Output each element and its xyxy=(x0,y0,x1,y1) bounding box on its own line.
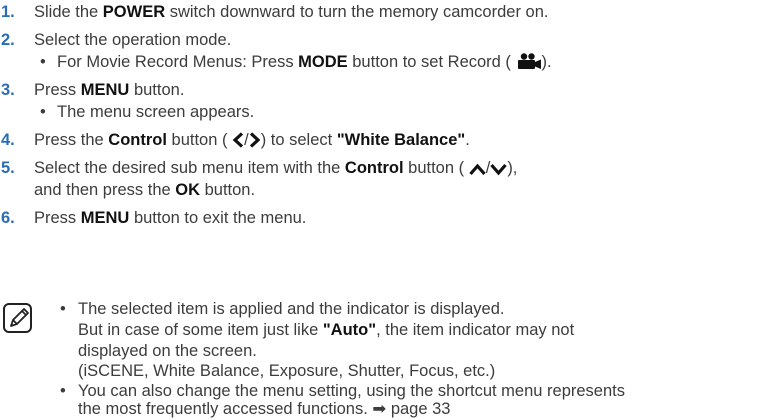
note-bullet-1-line-4: (iSCENE, White Balance, Exposure, Shutte… xyxy=(78,362,496,380)
step-text: button to exit the menu. xyxy=(129,209,307,227)
step-text: button ( xyxy=(166,131,228,149)
chevron-down-icon xyxy=(490,163,508,176)
bullet-dot: • xyxy=(40,103,46,121)
note-bullet-2-line-1: You can also change the menu setting, us… xyxy=(78,382,625,400)
step-number: 5. xyxy=(1,159,15,177)
step-number: 3. xyxy=(1,81,15,99)
bullet-dot: • xyxy=(40,53,46,71)
step-text: and then press the xyxy=(34,181,176,199)
white-balance-keyword: "White Balance" xyxy=(336,131,466,149)
step-text: ), xyxy=(507,159,518,177)
step-text: Select the desired sub menu item with th… xyxy=(34,159,345,177)
step-text: Press xyxy=(34,209,81,227)
bullet-text: For Movie Record Menus: Press xyxy=(57,53,299,71)
auto-keyword: "Auto" xyxy=(322,321,377,339)
power-keyword: POWER xyxy=(102,3,166,21)
mode-keyword: MODE xyxy=(298,53,348,71)
step-text: button ( xyxy=(403,159,465,177)
step-text: button. xyxy=(129,81,185,99)
step-number: 2. xyxy=(1,31,15,49)
step-text: . xyxy=(465,131,470,149)
step-number: 1. xyxy=(1,3,15,21)
step-text: Select the operation mode. xyxy=(34,31,232,49)
step-number: 6. xyxy=(1,209,15,227)
bullet-text: button to set Record ( xyxy=(347,53,511,71)
note-bullet-1-line-1: The selected item is applied and the ind… xyxy=(78,300,505,318)
control-keyword: Control xyxy=(344,159,404,177)
note-pencil-icon xyxy=(3,303,32,333)
bullet-text: ). xyxy=(541,53,552,71)
chevron-left-icon xyxy=(232,132,244,148)
step-text: Slide the xyxy=(34,3,103,21)
movie-camera-icon xyxy=(517,53,541,69)
step-number: 4. xyxy=(1,131,15,149)
step-text: ) to select xyxy=(260,131,337,149)
step-text: Press the xyxy=(34,131,109,149)
menu-keyword: MENU xyxy=(80,81,130,99)
manual-page: 1. Slide the POWER switch downward to tu… xyxy=(0,0,779,418)
bullet-text: The menu screen appears. xyxy=(57,103,255,121)
note-bullet-1-line-2: But in case of some item just like "Auto… xyxy=(78,321,575,339)
note-bullet-1-line-3: displayed on the screen. xyxy=(78,342,257,360)
chevron-right-icon xyxy=(249,132,261,148)
step-text: button. xyxy=(200,181,256,199)
chevron-up-icon xyxy=(469,163,486,176)
control-keyword: Control xyxy=(108,131,167,149)
step-text: Press xyxy=(34,81,81,99)
note-bullet-dot: • xyxy=(60,300,66,318)
note-bullet-2-line-2: the most frequently accessed functions. … xyxy=(78,400,451,418)
note-bullet-dot: • xyxy=(60,382,66,400)
ok-keyword: OK xyxy=(175,181,201,199)
menu-keyword: MENU xyxy=(80,209,130,227)
step-text: switch downward to turn the memory camco… xyxy=(165,3,549,21)
